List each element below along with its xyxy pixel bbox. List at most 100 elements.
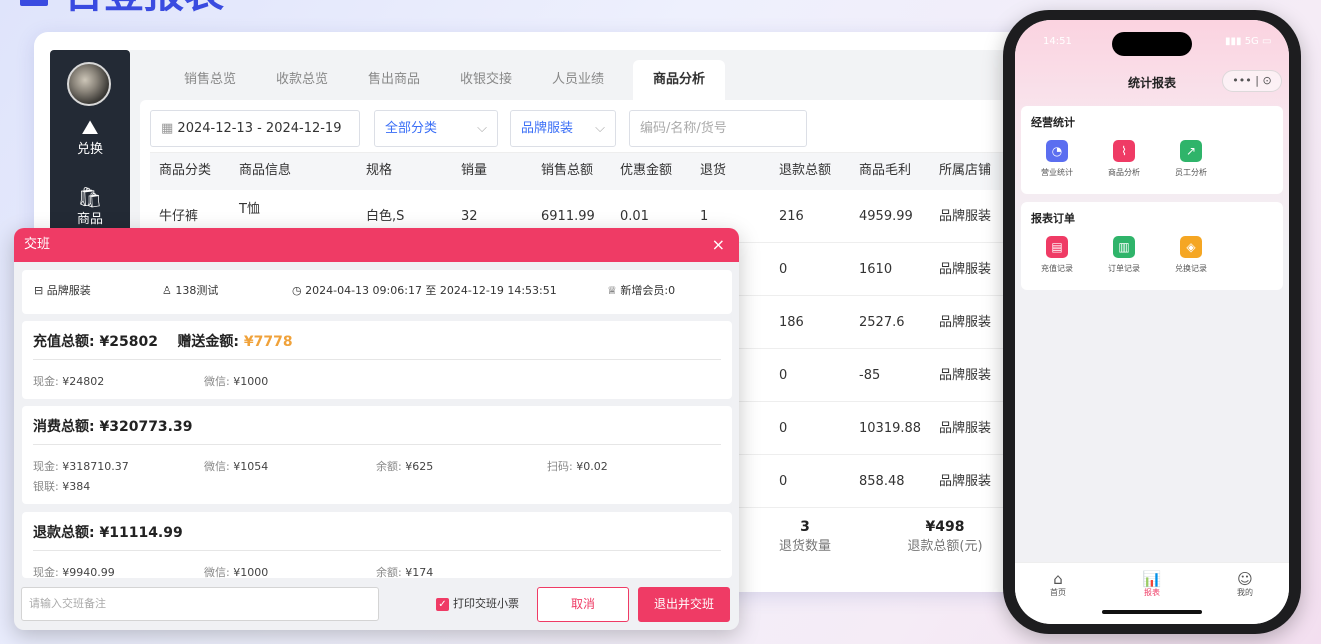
refund-section: 退款总额: ¥11114.99 现金: ¥9940.99 微信: ¥1000 余… — [22, 512, 732, 578]
section-title: 经营统计 — [1031, 116, 1075, 129]
report-orders-card: 报表订单 ▤ 充值记录 ▥ 订单记录 ◈ 兑换记录 — [1021, 202, 1283, 290]
cell-profit: 2527.6 — [859, 315, 905, 330]
home-icon: ⌂ — [1053, 570, 1063, 588]
sidebar-item-exchange[interactable]: ⛰ 兑换 — [50, 116, 130, 157]
cell-profit: 4959.99 — [859, 209, 913, 224]
pay-key: 现金: — [33, 375, 59, 388]
consume-unionpay: 银联: ¥384 — [33, 478, 90, 494]
col-qty: 销量 — [461, 163, 488, 178]
menu-label: 兑换记录 — [1175, 264, 1207, 273]
col-info: 商品信息 — [239, 163, 292, 178]
consume-cash: 现金: ¥318710.37 — [33, 458, 129, 474]
chevron-down-icon: ⌵ — [595, 121, 605, 136]
menu-label: 员工分析 — [1175, 168, 1207, 177]
tab-sales-overview[interactable]: 销售总览 — [170, 60, 250, 100]
shift-handover-dialog: 交班 × ⊟ 品牌服装 ♙ 138测试 ◷ 2024-04-13 09:06:1… — [14, 228, 739, 630]
shift-remark-input[interactable]: 请输入交班备注 — [21, 587, 379, 621]
summary-value: ¥498 — [925, 519, 965, 535]
info-members: ♕ 新增会员:0 — [607, 270, 675, 312]
recharge-total-label: 充值总额: — [33, 334, 95, 350]
store-value: 品牌服装 — [521, 121, 574, 136]
divider — [33, 359, 721, 360]
menu-goods-analysis[interactable]: ⌇ 商品分析 — [1094, 140, 1154, 178]
tab-staff-performance[interactable]: 人员业绩 — [538, 60, 618, 100]
pay-value: ¥24802 — [62, 375, 105, 388]
tab-mine[interactable]: ☺ 我的 — [1215, 571, 1275, 598]
cell-store: 品牌服装 — [939, 315, 992, 330]
cell-profit: -85 — [859, 368, 881, 383]
tab-goods-analysis[interactable]: 商品分析 — [633, 60, 725, 100]
battery-icon: ▭ — [1258, 36, 1272, 47]
exchange-icon: ⛰ — [81, 115, 99, 139]
info-user-text: 138测试 — [175, 284, 219, 297]
pay-key: 微信: — [204, 460, 230, 473]
pay-value: ¥0.02 — [576, 460, 608, 473]
date-range-value: 2024-12-13 - 2024-12-19 — [177, 121, 342, 136]
menu-recharge-records[interactable]: ▤ 充值记录 — [1027, 236, 1087, 274]
pay-value: ¥1000 — [233, 375, 269, 388]
tab-sold-goods[interactable]: 售出商品 — [354, 60, 434, 100]
divider — [33, 444, 721, 445]
tab-reports[interactable]: 📊 报表 — [1122, 571, 1182, 598]
date-range-picker[interactable]: ▦ 2024-12-13 - 2024-12-19 — [150, 110, 360, 147]
menu-exchange-records[interactable]: ◈ 兑换记录 — [1161, 236, 1221, 274]
close-icon[interactable]: × — [712, 228, 725, 262]
cell-refund: 0 — [779, 368, 788, 383]
dynamic-island — [1112, 32, 1192, 56]
page-heading: 台登报表 — [20, 0, 224, 14]
summary-refund-total: ¥498 退款总额(元) — [885, 519, 1005, 554]
pay-value: ¥1054 — [233, 460, 269, 473]
refund-cash: 现金: ¥9940.99 — [33, 564, 115, 578]
cell-refund: 0 — [779, 262, 788, 277]
print-receipt-checkbox[interactable]: ✓ 打印交班小票 — [436, 597, 519, 611]
pay-value: ¥318710.37 — [62, 460, 129, 473]
recharge-cash: 现金: ¥24802 — [33, 373, 104, 389]
print-receipt-label: 打印交班小票 — [453, 597, 519, 610]
col-spec: 规格 — [366, 163, 393, 178]
pay-key: 银联: — [33, 480, 59, 493]
category-select[interactable]: 全部分类 ⌵ — [374, 110, 498, 147]
tab-shift-handover[interactable]: 收银交接 — [446, 60, 526, 100]
trend-icon: ↗ — [1180, 140, 1202, 162]
menu-label: 商品分析 — [1108, 168, 1140, 177]
user-icon: ♙ — [162, 284, 176, 297]
recharge-wechat: 微信: ¥1000 — [204, 373, 268, 389]
refund-total: 退款总额: ¥11114.99 — [33, 522, 183, 542]
cell-store: 品牌服装 — [939, 262, 992, 277]
bag-icon: 🛍 — [77, 185, 103, 209]
checkmark-icon: ✓ — [436, 597, 449, 611]
recharge-total-value: ¥25802 — [99, 334, 158, 350]
handover-exit-button[interactable]: 退出并交班 — [638, 587, 730, 622]
clock-icon: ◷ — [292, 284, 306, 297]
summary-label: 退货数量 — [778, 539, 831, 554]
refund-total-label: 退款总额: — [33, 525, 95, 541]
store-select[interactable]: 品牌服装 ⌵ — [510, 110, 616, 147]
col-store: 所属店铺 — [939, 163, 992, 178]
search-input[interactable]: 编码/名称/货号 — [629, 110, 807, 147]
shift-info-bar: ⊟ 品牌服装 ♙ 138测试 ◷ 2024-04-13 09:06:17 至 2… — [22, 270, 732, 314]
menu-label: 订单记录 — [1108, 264, 1140, 273]
pay-value: ¥1000 — [233, 566, 269, 578]
pay-value: ¥384 — [62, 480, 91, 493]
bookmark-icon: ▥ — [1113, 236, 1135, 258]
close-circle-icon[interactable]: ⊙ — [1262, 74, 1271, 87]
category-value: 全部分类 — [385, 121, 438, 136]
menu-business-stats[interactable]: ◔ 营业统计 — [1027, 140, 1087, 178]
sidebar-item-goods[interactable]: 🛍 商品 — [50, 186, 130, 227]
cancel-button[interactable]: 取消 — [537, 587, 629, 622]
section-title: 报表订单 — [1031, 212, 1075, 225]
report-tabs: 销售总览 收款总览 售出商品 收银交接 人员业绩 商品分析 — [130, 50, 1030, 100]
tab-payment-overview[interactable]: 收款总览 — [262, 60, 342, 100]
tab-home[interactable]: ⌂ 首页 — [1028, 571, 1088, 598]
cell-store: 品牌服装 — [939, 368, 992, 383]
more-icon[interactable]: ••• — [1232, 74, 1251, 87]
mini-program-capsule[interactable]: ••• | ⊙ — [1222, 70, 1282, 92]
col-discount: 优惠金额 — [620, 163, 673, 178]
gift-label: 赠送金额: — [177, 334, 240, 350]
cell-profit: 858.48 — [859, 474, 905, 489]
info-user: ♙ 138测试 — [162, 270, 218, 312]
menu-order-records[interactable]: ▥ 订单记录 — [1094, 236, 1154, 274]
menu-staff-analysis[interactable]: ↗ 员工分析 — [1161, 140, 1221, 178]
refund-wechat: 微信: ¥1000 — [204, 564, 268, 578]
smile-icon: ☺ — [1237, 570, 1253, 588]
